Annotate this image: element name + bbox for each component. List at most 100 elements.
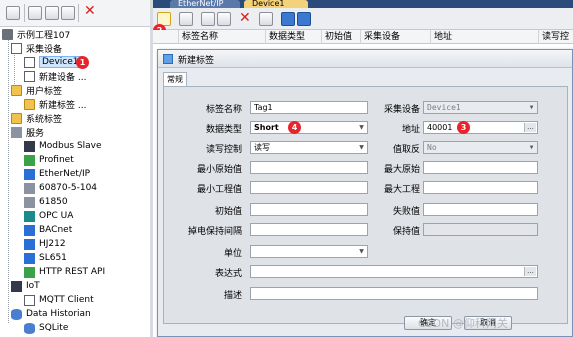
label-address: 地址 [401,125,420,135]
dialog-title-bar[interactable]: 新建标签 [158,50,572,68]
label-fail-value: 失败值 [392,207,420,217]
device-select[interactable]: Device1 ▼ [423,101,538,114]
tree-services[interactable]: 服务 [11,125,44,139]
tree-sqlite[interactable]: SQLite [24,321,68,335]
iec61850-icon [24,196,35,208]
tree-service-sl651[interactable]: SL651 [24,251,67,265]
tree-mqtt-client[interactable]: MQTT Client [24,293,94,307]
tree-user-tags[interactable]: 用户标签 [11,83,62,97]
tree-service-61850[interactable]: 61850 [24,195,68,209]
unit-select[interactable]: ▼ [250,245,368,258]
invert-value: No [427,143,437,152]
data-type-value: Short [254,123,279,132]
eng-min-input[interactable] [250,181,368,194]
properties-icon[interactable] [28,6,42,20]
expression-input[interactable]: ... [250,265,538,278]
tag-icon [163,54,173,64]
rw-control-value: 读写 [254,143,270,152]
tag-grid-header: 标签名称 数据类型 初始值 采集设备 地址 读写控制 [153,30,573,56]
tree-service-iec104[interactable]: 60870-5-104 [24,181,97,195]
rw-control-select[interactable]: 读写 ▼ [250,141,368,154]
tree-iot[interactable]: IoT [11,279,40,293]
label-invert: 值取反 [392,145,420,155]
col-device[interactable]: 采集设备 [361,30,431,44]
chevron-down-icon[interactable]: ▼ [527,103,536,112]
grid-header-corner [153,30,179,44]
tree-acquisition-devices[interactable]: 采集设备 [11,41,62,55]
database-icon [11,308,22,320]
opcua-icon [24,210,35,222]
tag-name-input[interactable]: Tag1 [250,101,368,114]
services-icon [11,126,22,138]
retain-interval-input[interactable] [250,223,368,236]
delete-icon[interactable]: ✕ [84,3,96,19]
chevron-down-icon[interactable]: ▼ [357,247,366,256]
dialog-title: 新建标签 [178,56,215,66]
invert-select[interactable]: No ▼ [423,141,538,154]
initial-value-input[interactable] [250,203,368,216]
upload-icon[interactable] [297,12,311,26]
retain-value-input[interactable] [423,223,538,236]
tree-service-ethernetip[interactable]: EtherNet/IP [24,167,90,181]
label-retain-interval: 掉电保持间隔 [187,227,242,237]
tree-new-tag[interactable]: 新建标签 ... [24,97,86,111]
col-data-type[interactable]: 数据类型 [266,30,322,44]
expression-browse-button[interactable]: ... [524,267,536,276]
tree-system-tags[interactable]: 系统标签 [11,111,62,125]
paste-icon[interactable] [217,12,231,26]
tree-service-http[interactable]: HTTP REST API [24,265,105,279]
col-initial-value[interactable]: 初始值 [322,30,361,44]
description-input[interactable] [250,287,538,300]
new-tag-dialog: 新建标签 常规 标签名称 数据类型 读写控制 最小原始值 最小工程值 初始值 掉… [157,49,573,337]
tree-service-modbus[interactable]: Modbus Slave [24,139,102,153]
col-tag-name[interactable]: 标签名称 [179,30,266,44]
data-type-select[interactable]: Short ▼ [250,121,368,134]
label-raw-min: 最小原始值 [196,165,242,175]
badge-1: 1 [76,56,89,69]
tree-project[interactable]: 示例工程107 [2,27,70,41]
new-project-icon[interactable] [6,6,20,20]
tree-service-opcua[interactable]: OPC UA [24,209,73,223]
col-address[interactable]: 地址 [431,30,539,44]
label-initial-value: 初始值 [214,207,242,217]
tree-device1[interactable]: Device1 [24,55,82,69]
copy-icon[interactable] [45,6,59,20]
label-device: 采集设备 [383,105,420,115]
raw-max-input[interactable] [423,161,538,174]
address-input[interactable]: 40001 ... [423,121,538,134]
download-icon[interactable] [281,12,295,26]
fail-value-input[interactable] [423,203,538,216]
tree-service-bacnet[interactable]: BACnet [24,223,72,237]
copy-icon[interactable] [201,12,215,26]
col-rw-control[interactable]: 读写控制 [539,30,573,56]
tree-service-hj212[interactable]: HJ212 [24,237,66,251]
folder-icon [11,84,22,96]
tab-ethernetip[interactable]: EtherNet/IP [170,0,240,8]
tab-general[interactable]: 常规 [163,72,187,86]
project-icon [2,28,13,40]
raw-min-input[interactable] [250,161,368,174]
sqlite-icon [24,322,35,334]
chevron-down-icon[interactable]: ▼ [527,143,536,152]
tree-data-historian[interactable]: Data Historian [11,307,91,321]
edit-icon[interactable] [179,12,193,26]
badge-4: 4 [288,121,301,134]
delete-icon[interactable]: ✕ [239,10,251,26]
address-value: 40001 [427,123,453,132]
watermark: CSDN @仰科网关 [418,317,508,330]
modbus-icon [24,140,35,152]
tab-device1[interactable]: Device1 [244,0,308,8]
import-table-icon[interactable] [259,12,273,26]
badge-3: 3 [457,121,470,134]
device-icon [24,56,35,68]
hj212-icon [24,238,35,250]
tree-new-device[interactable]: 新建设备 ... [24,69,86,83]
toolbar-separator [24,4,25,22]
sl651-icon [24,252,35,264]
paste-icon[interactable] [61,6,75,20]
label-tag-name: 标签名称 [205,105,242,115]
label-raw-max: 最大原始 [383,165,420,175]
tree-service-profinet[interactable]: Profinet [24,153,74,167]
eng-max-input[interactable] [423,181,538,194]
address-browse-button[interactable]: ... [524,123,536,132]
